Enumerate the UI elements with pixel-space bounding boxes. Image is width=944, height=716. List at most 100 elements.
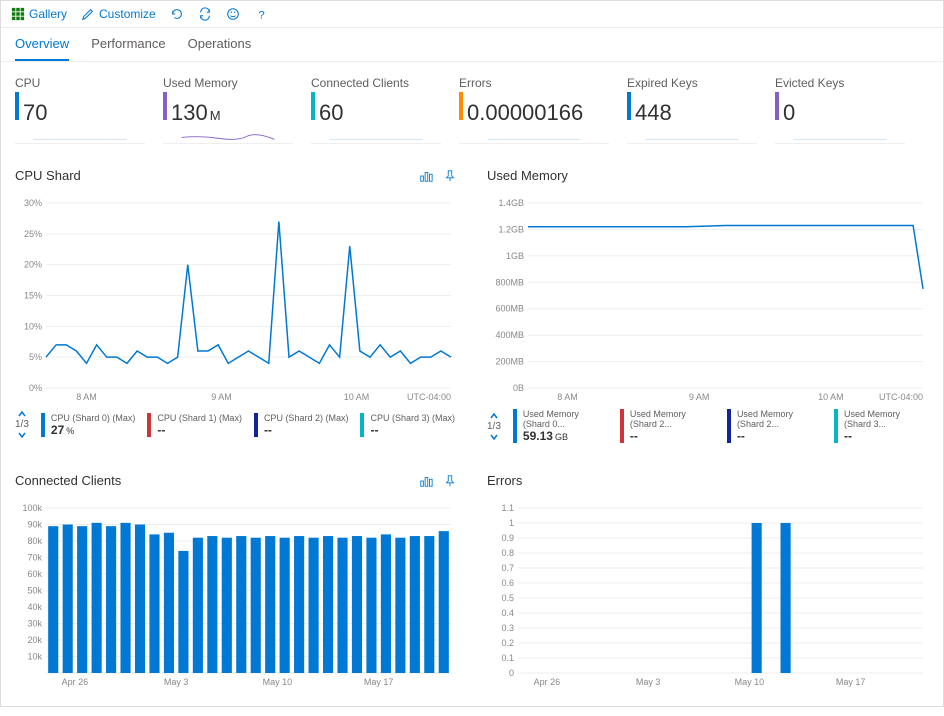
legend-unit: % <box>66 426 74 436</box>
svg-text:20%: 20% <box>24 260 42 270</box>
svg-text:10 AM: 10 AM <box>818 392 844 402</box>
svg-text:0.5: 0.5 <box>501 593 514 603</box>
chart-title: Errors <box>487 473 522 488</box>
svg-text:Apr 26: Apr 26 <box>62 677 89 687</box>
pin-icon[interactable] <box>443 169 457 183</box>
chart-canvas[interactable]: 0B200MB400MB600MB800MB1GB1.2GB1.4GB8 AM9… <box>487 193 929 403</box>
legend-name: CPU (Shard 2) (Max) <box>264 413 349 423</box>
svg-text:Apr 26: Apr 26 <box>534 677 561 687</box>
feedback-button[interactable] <box>226 7 240 21</box>
legend-item[interactable]: CPU (Shard 3) (Max) -- <box>360 413 455 437</box>
metric-unit: M <box>210 108 221 123</box>
pin-icon[interactable] <box>443 474 457 488</box>
chart-connected-clients: Connected Clients 10k20k30k40k50k60k70k8… <box>15 473 457 688</box>
svg-text:0.8: 0.8 <box>501 548 514 558</box>
svg-text:0%: 0% <box>29 383 42 393</box>
metric-clients[interactable]: Connected Clients 60 <box>311 76 441 144</box>
svg-text:0.3: 0.3 <box>501 623 514 633</box>
legend-name: CPU (Shard 3) (Max) <box>370 413 455 423</box>
metric-label: Errors <box>459 76 609 90</box>
tab-operations[interactable]: Operations <box>188 28 252 61</box>
legend-item[interactable]: CPU (Shard 2) (Max) -- <box>254 413 349 437</box>
chart-canvas[interactable]: 0%5%10%15%20%25%30%8 AM9 AM10 AMUTC-04:0… <box>15 193 457 403</box>
chevron-down-icon[interactable] <box>17 430 27 440</box>
chart-canvas[interactable]: 00.10.20.30.40.50.60.70.80.911.1Apr 26Ma… <box>487 498 929 688</box>
metrics-row: CPU 70 Used Memory 130 M Connected Clien… <box>1 62 943 158</box>
chevron-up-icon[interactable] <box>489 411 499 421</box>
legend-item[interactable]: CPU (Shard 0) (Max) 27% <box>41 413 136 437</box>
legend-item[interactable]: Used Memory (Shard 0... 59.13GB <box>513 409 608 443</box>
chart-legend: 1/3 Used Memory (Shard 0... 59.13GB Used… <box>487 409 929 443</box>
metric-value: 0 <box>783 100 795 126</box>
svg-text:0B: 0B <box>513 383 524 393</box>
svg-text:May 10: May 10 <box>735 677 765 687</box>
svg-text:100k: 100k <box>22 503 42 513</box>
refresh-button[interactable] <box>170 7 184 21</box>
tab-overview[interactable]: Overview <box>15 28 69 61</box>
pencil-icon <box>81 7 95 21</box>
svg-text:40k: 40k <box>27 602 42 612</box>
metric-label: Connected Clients <box>311 76 441 90</box>
chart-used-memory: Used Memory 0B200MB400MB600MB800MB1GB1.2… <box>487 168 929 443</box>
metric-value: 0.00000166 <box>467 100 583 126</box>
metric-errors[interactable]: Errors 0.00000166 <box>459 76 609 144</box>
chevron-down-icon[interactable] <box>489 432 499 442</box>
svg-text:9 AM: 9 AM <box>211 392 232 402</box>
metric-accent <box>311 92 315 120</box>
pager-text: 1/3 <box>15 419 29 430</box>
metric-value: 70 <box>23 100 47 126</box>
metric-value: 448 <box>635 100 672 126</box>
legend-pager: 1/3 <box>487 411 501 442</box>
legend-item[interactable]: Used Memory (Shard 2... -- <box>727 409 822 443</box>
svg-text:1: 1 <box>509 518 514 528</box>
sparkline <box>627 130 757 144</box>
svg-text:May 10: May 10 <box>263 677 293 687</box>
gallery-label: Gallery <box>29 7 67 21</box>
sparkline <box>459 130 609 144</box>
svg-text:25%: 25% <box>24 229 42 239</box>
tab-performance[interactable]: Performance <box>91 28 165 61</box>
metric-value: 130 <box>171 100 208 126</box>
svg-text:May 17: May 17 <box>836 677 866 687</box>
legend-item[interactable]: Used Memory (Shard 3... -- <box>834 409 929 443</box>
metric-cpu[interactable]: CPU 70 <box>15 76 145 144</box>
metric-memory[interactable]: Used Memory 130 M <box>163 76 293 144</box>
refresh-icon <box>170 7 184 21</box>
legend-value: -- <box>844 429 929 443</box>
charts-grid: CPU Shard 0%5%10%15%20%25%30%8 AM9 AM10 … <box>1 158 943 706</box>
svg-text:1.2GB: 1.2GB <box>498 224 524 234</box>
metric-label: CPU <box>15 76 145 90</box>
bar-chart-icon[interactable] <box>419 169 433 183</box>
svg-text:8 AM: 8 AM <box>76 392 97 402</box>
svg-text:30%: 30% <box>24 198 42 208</box>
metric-evicted[interactable]: Evicted Keys 0 <box>775 76 905 144</box>
chart-title: Used Memory <box>487 168 568 183</box>
smiley-icon <box>226 7 240 21</box>
customize-button[interactable]: Customize <box>81 7 156 21</box>
metric-accent <box>459 92 463 120</box>
chevron-up-icon[interactable] <box>17 409 27 419</box>
auto-refresh-button[interactable] <box>198 7 212 21</box>
legend-name: Used Memory (Shard 2... <box>630 409 715 429</box>
svg-text:8 AM: 8 AM <box>557 392 578 402</box>
metric-accent <box>775 92 779 120</box>
metric-expired[interactable]: Expired Keys 448 <box>627 76 757 144</box>
svg-text:10%: 10% <box>24 321 42 331</box>
svg-text:10 AM: 10 AM <box>344 392 370 402</box>
chart-canvas[interactable]: 10k20k30k40k50k60k70k80k90k100kApr 26May… <box>15 498 457 688</box>
svg-text:0.4: 0.4 <box>501 608 514 618</box>
svg-text:400MB: 400MB <box>495 330 524 340</box>
legend-item[interactable]: Used Memory (Shard 2... -- <box>620 409 715 443</box>
legend-unit: GB <box>555 432 568 442</box>
help-button[interactable]: ? <box>254 7 268 21</box>
svg-text:10k: 10k <box>27 652 42 662</box>
pager-text: 1/3 <box>487 421 501 432</box>
svg-text:0.9: 0.9 <box>501 533 514 543</box>
svg-text:?: ? <box>258 9 264 21</box>
legend-name: CPU (Shard 0) (Max) <box>51 413 136 423</box>
metric-accent <box>163 92 167 120</box>
bar-chart-icon[interactable] <box>419 474 433 488</box>
svg-text:9 AM: 9 AM <box>689 392 710 402</box>
legend-item[interactable]: CPU (Shard 1) (Max) -- <box>147 413 242 437</box>
gallery-button[interactable]: Gallery <box>11 7 67 21</box>
